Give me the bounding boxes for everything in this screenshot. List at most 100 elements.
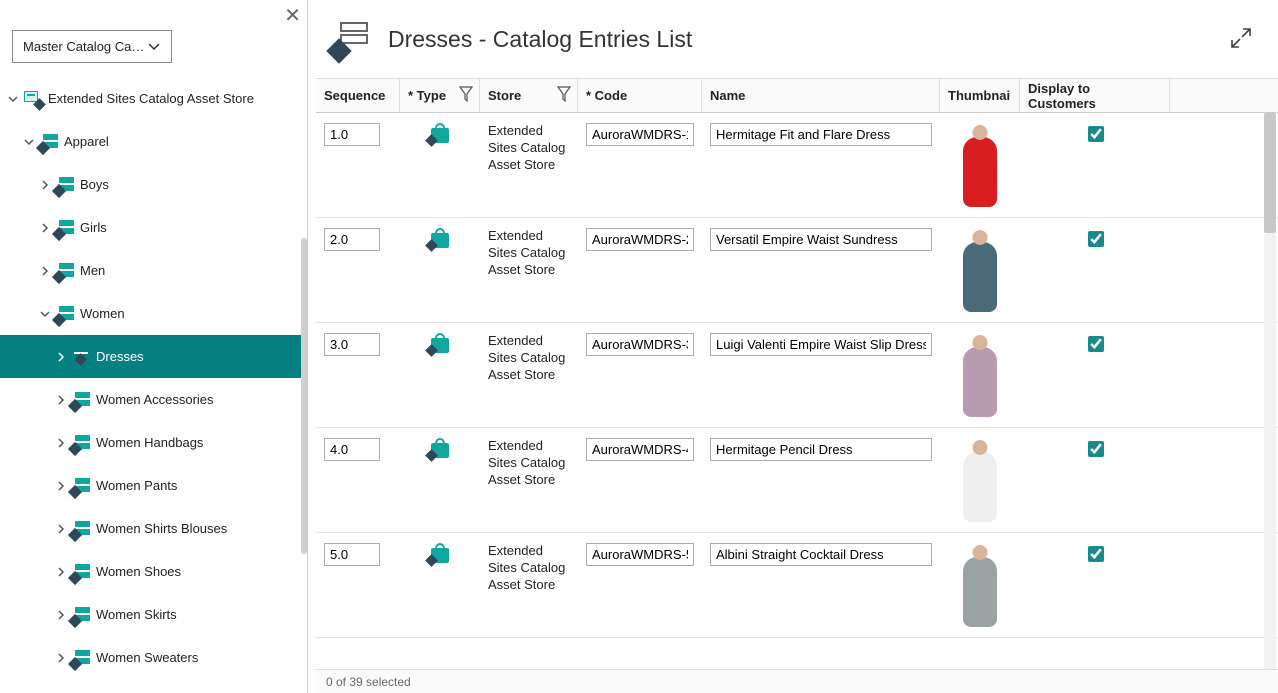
name-input[interactable] xyxy=(710,123,932,146)
cell-display xyxy=(1020,333,1170,355)
tree-item-women-accessories[interactable]: Women Accessories xyxy=(0,378,307,421)
sequence-input[interactable] xyxy=(324,123,380,146)
cell-store: Extended Sites Catalog Asset Store xyxy=(480,123,578,174)
store-icon xyxy=(22,91,44,107)
cell-thumbnail xyxy=(940,123,1020,207)
tree-item-women[interactable]: Women xyxy=(0,292,307,335)
name-input[interactable] xyxy=(710,438,932,461)
tree-item-women-sweaters[interactable]: Women Sweaters xyxy=(0,636,307,679)
code-input[interactable] xyxy=(586,333,694,356)
cell-type xyxy=(400,333,480,353)
cell-code xyxy=(578,438,702,461)
tree-root[interactable]: Extended Sites Catalog Asset Store xyxy=(0,77,307,120)
column-sequence[interactable]: Sequence xyxy=(316,79,400,112)
table-row[interactable]: Extended Sites Catalog Asset Store xyxy=(316,428,1278,533)
display-checkbox[interactable] xyxy=(1088,231,1104,247)
catalog-selector[interactable]: Master Catalog Categ... xyxy=(12,30,172,63)
thumbnail-image xyxy=(952,123,1008,207)
tree-item-dresses[interactable]: Dresses xyxy=(0,335,307,378)
name-input[interactable] xyxy=(710,543,932,566)
tree-item-apparel[interactable]: Apparel xyxy=(0,120,307,163)
chevron-right-icon[interactable] xyxy=(52,437,70,449)
chevron-right-icon[interactable] xyxy=(52,480,70,492)
page-header: Dresses - Catalog Entries List xyxy=(308,0,1278,78)
chevron-down-icon[interactable] xyxy=(20,136,38,148)
column-spacer xyxy=(1170,79,1278,112)
tree-item-women-pants[interactable]: Women Pants xyxy=(0,464,307,507)
tree-item-women-shoes[interactable]: Women Shoes xyxy=(0,550,307,593)
cell-thumbnail xyxy=(940,333,1020,417)
display-checkbox[interactable] xyxy=(1088,546,1104,562)
tree-item-women-shirts-blouses[interactable]: Women Shirts Blouses xyxy=(0,507,307,550)
sequence-input[interactable] xyxy=(324,228,380,251)
chevron-right-icon[interactable] xyxy=(52,351,70,363)
filter-icon[interactable] xyxy=(459,86,473,105)
scrollbar-thumb[interactable] xyxy=(301,238,307,554)
chevron-right-icon[interactable] xyxy=(52,652,70,664)
sequence-input[interactable] xyxy=(324,438,380,461)
page-title: Dresses - Catalog Entries List xyxy=(388,26,1212,53)
thumbnail-image xyxy=(952,228,1008,312)
table-row[interactable]: Extended Sites Catalog Asset Store xyxy=(316,533,1278,638)
chevron-right-icon[interactable] xyxy=(36,265,54,277)
cell-name xyxy=(702,333,940,356)
scrollbar-thumb[interactable] xyxy=(1264,113,1276,233)
tree-item-women-skirts[interactable]: Women Skirts xyxy=(0,593,307,636)
tree-label: Women Shoes xyxy=(96,564,301,579)
code-input[interactable] xyxy=(586,438,694,461)
tree-item-men[interactable]: Men xyxy=(0,249,307,292)
chevron-right-icon[interactable] xyxy=(36,179,54,191)
tree-label: Men xyxy=(80,263,301,278)
chevron-right-icon[interactable] xyxy=(52,394,70,406)
tree-item-girls[interactable]: Girls xyxy=(0,206,307,249)
column-name[interactable]: Name xyxy=(702,79,940,112)
tree-item-women-handbags[interactable]: Women Handbags xyxy=(0,421,307,464)
table-row[interactable]: Extended Sites Catalog Asset Store xyxy=(316,218,1278,323)
cell-store: Extended Sites Catalog Asset Store xyxy=(480,543,578,594)
cell-display xyxy=(1020,228,1170,250)
column-type[interactable]: * Type xyxy=(400,79,480,112)
cell-sequence xyxy=(316,438,400,461)
display-checkbox[interactable] xyxy=(1088,336,1104,352)
display-checkbox[interactable] xyxy=(1088,126,1104,142)
category-tree: Extended Sites Catalog Asset Store Appar… xyxy=(0,77,307,693)
sequence-input[interactable] xyxy=(324,543,380,566)
table-row[interactable]: Extended Sites Catalog Asset Store xyxy=(316,113,1278,218)
product-icon xyxy=(70,350,92,364)
tree-label: Women Pants xyxy=(96,478,301,493)
table-row[interactable]: Extended Sites Catalog Asset Store xyxy=(316,323,1278,428)
cell-type xyxy=(400,123,480,143)
cell-type xyxy=(400,543,480,563)
filter-icon[interactable] xyxy=(557,86,571,105)
chevron-down-icon[interactable] xyxy=(36,308,54,320)
cell-thumbnail xyxy=(940,438,1020,522)
grid-body[interactable]: Extended Sites Catalog Asset Store Extend… xyxy=(316,113,1278,669)
column-display[interactable]: Display to Customers xyxy=(1020,79,1170,112)
chevron-right-icon[interactable] xyxy=(36,222,54,234)
column-code[interactable]: * Code xyxy=(578,79,702,112)
display-checkbox[interactable] xyxy=(1088,441,1104,457)
category-icon xyxy=(70,478,92,494)
close-icon[interactable]: ✕ xyxy=(284,6,301,26)
code-input[interactable] xyxy=(586,123,694,146)
code-input[interactable] xyxy=(586,543,694,566)
column-store[interactable]: Store xyxy=(480,79,578,112)
name-input[interactable] xyxy=(710,333,932,356)
scrollbar-track[interactable] xyxy=(1264,113,1276,669)
chevron-right-icon[interactable] xyxy=(52,566,70,578)
chevron-right-icon[interactable] xyxy=(52,609,70,621)
cell-store: Extended Sites Catalog Asset Store xyxy=(480,333,578,384)
sequence-input[interactable] xyxy=(324,333,380,356)
tree-item-boys[interactable]: Boys xyxy=(0,163,307,206)
name-input[interactable] xyxy=(710,228,932,251)
chevron-down-icon[interactable] xyxy=(4,93,22,105)
category-icon xyxy=(70,650,92,666)
sidebar: ✕ Master Catalog Categ... Extended Sites… xyxy=(0,0,308,693)
code-input[interactable] xyxy=(586,228,694,251)
column-thumbnail[interactable]: Thumbnail xyxy=(940,79,1020,112)
expand-icon[interactable] xyxy=(1230,27,1252,52)
cell-type xyxy=(400,438,480,458)
chevron-right-icon[interactable] xyxy=(52,523,70,535)
cell-sequence xyxy=(316,123,400,146)
product-type-icon xyxy=(431,438,449,458)
